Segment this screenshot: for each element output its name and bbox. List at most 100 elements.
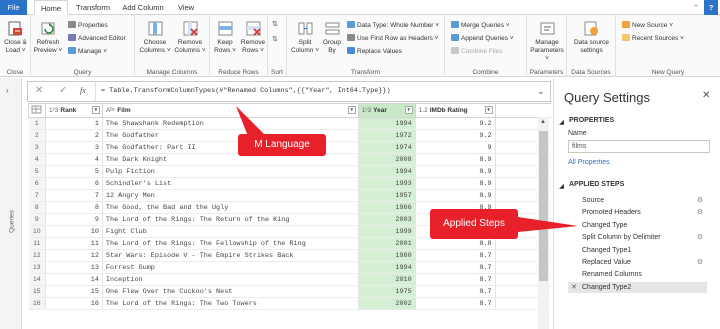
year-filter-icon[interactable]: ▾ — [404, 106, 413, 114]
table-row[interactable]: 5 5 Pulp Fiction 1994 8.9 — [28, 165, 551, 178]
row-number[interactable]: 1 — [28, 117, 46, 130]
row-number[interactable]: 7 — [28, 189, 46, 202]
rating-cell[interactable]: 8.7 — [415, 249, 496, 262]
use-first-row-headers-button[interactable]: Use First Row as Headers ˅ — [347, 34, 438, 43]
collapse-ribbon-icon[interactable]: ⌃ — [690, 0, 702, 15]
formula-input[interactable]: = Table.TransformColumnTypes(#"Renamed C… — [101, 87, 391, 95]
applied-step[interactable]: Source ⚙ — [568, 195, 707, 206]
rank-cell[interactable]: 13 — [45, 261, 103, 274]
row-number[interactable]: 3 — [28, 141, 46, 154]
applied-step[interactable]: Renamed Columns — [568, 269, 707, 280]
year-cell[interactable]: 1974 — [358, 141, 416, 154]
year-type-icon[interactable]: 1²3 — [362, 107, 371, 114]
applied-step[interactable]: Replaced Value ⚙ — [568, 257, 707, 268]
film-cell[interactable]: The Lord of the Rings: The Fellowship of… — [102, 237, 359, 250]
rank-filter-icon[interactable]: ▾ — [91, 106, 100, 114]
tab-transform[interactable]: Transform — [72, 0, 114, 15]
delete-step-icon[interactable]: ✕ — [571, 282, 577, 293]
year-cell[interactable]: 1994 — [358, 165, 416, 178]
row-number[interactable]: 4 — [28, 153, 46, 166]
rating-cell[interactable]: 8.9 — [415, 165, 496, 178]
rating-cell[interactable]: 8.7 — [415, 285, 496, 298]
queries-pane-collapsed[interactable]: › Queries — [0, 78, 22, 329]
row-number[interactable]: 15 — [28, 285, 46, 298]
data-type-dropdown[interactable]: Data Type: Whole Number ˅ — [347, 21, 439, 30]
year-cell[interactable]: 1999 — [358, 225, 416, 238]
rating-cell[interactable]: 8.7 — [415, 261, 496, 274]
film-cell[interactable]: Fight Club — [102, 225, 359, 238]
split-column-button[interactable]: Split Column ˅ — [290, 20, 320, 55]
rank-cell[interactable]: 5 — [45, 165, 103, 178]
group-by-button[interactable]: Group By — [321, 20, 343, 55]
rating-cell[interactable]: 8.9 — [415, 153, 496, 166]
film-type-icon[interactable]: Aᴮᶜ — [106, 107, 115, 114]
append-queries-button[interactable]: Append Queries ˅ — [451, 34, 514, 43]
rank-cell[interactable]: 10 — [45, 225, 103, 238]
applied-step[interactable]: Split Column by Delimiter ⚙ — [568, 232, 707, 243]
film-cell[interactable]: Inception — [102, 273, 359, 286]
rating-cell[interactable]: 8.9 — [415, 189, 496, 202]
year-cell[interactable]: 2002 — [358, 297, 416, 310]
row-number[interactable]: 9 — [28, 213, 46, 226]
film-filter-icon[interactable]: ▾ — [347, 106, 356, 114]
keep-rows-button[interactable]: Keep Rows ˅ — [212, 20, 238, 55]
rating-cell[interactable]: 9.2 — [415, 117, 496, 130]
manage-button[interactable]: Manage ˅ — [68, 47, 107, 56]
rank-type-icon[interactable]: 1²3 — [49, 107, 58, 114]
rank-cell[interactable]: 14 — [45, 273, 103, 286]
table-row[interactable]: 11 11 The Lord of the Rings: The Fellowshi… — [28, 237, 551, 250]
film-cell[interactable]: Schindler's List — [102, 177, 359, 190]
row-number[interactable]: 8 — [28, 201, 46, 214]
tab-add-column[interactable]: Add Column — [120, 0, 166, 15]
column-header-year[interactable]: 1²3 Year ▾ — [357, 103, 416, 118]
combine-files-button[interactable]: Combine Files — [451, 47, 503, 56]
year-cell[interactable]: 1966 — [358, 201, 416, 214]
year-cell[interactable]: 1994 — [358, 261, 416, 274]
cancel-icon[interactable]: ✕ — [35, 85, 43, 96]
row-number[interactable]: 5 — [28, 165, 46, 178]
year-cell[interactable]: 1957 — [358, 189, 416, 202]
choose-columns-button[interactable]: Choose Columns ˅ — [138, 20, 172, 55]
rating-cell[interactable]: 9.2 — [415, 129, 496, 142]
rank-cell[interactable]: 9 — [45, 213, 103, 226]
remove-rows-button[interactable]: Remove Rows ˅ — [239, 20, 267, 55]
step-settings-icon[interactable]: ⚙ — [697, 195, 703, 206]
row-number[interactable]: 2 — [28, 129, 46, 142]
rank-cell[interactable]: 3 — [45, 141, 103, 154]
rank-cell[interactable]: 2 — [45, 129, 103, 142]
row-number[interactable]: 14 — [28, 273, 46, 286]
rank-cell[interactable]: 11 — [45, 237, 103, 250]
recent-sources-button[interactable]: Recent Sources ˅ — [622, 34, 684, 43]
rank-cell[interactable]: 16 — [45, 297, 103, 310]
help-icon[interactable]: ? — [704, 0, 718, 15]
film-cell[interactable]: Pulp Fiction — [102, 165, 359, 178]
year-cell[interactable]: 1975 — [358, 285, 416, 298]
table-row[interactable]: 14 14 Inception 2010 8.7 — [28, 273, 551, 286]
film-cell[interactable]: The Lord of the Rings: The Return of the… — [102, 213, 359, 226]
year-cell[interactable]: 1993 — [358, 177, 416, 190]
year-cell[interactable]: 2008 — [358, 153, 416, 166]
row-number[interactable]: 13 — [28, 261, 46, 274]
row-number[interactable]: 11 — [28, 237, 46, 250]
tab-view[interactable]: View — [172, 0, 200, 15]
film-cell[interactable]: 12 Angry Men — [102, 189, 359, 202]
applied-step[interactable]: ✕ Changed Type2 — [568, 281, 707, 293]
year-cell[interactable]: 1980 — [358, 249, 416, 262]
row-number[interactable]: 6 — [28, 177, 46, 190]
year-cell[interactable]: 2001 — [358, 237, 416, 250]
manage-parameters-button[interactable]: Manage Parameters ˅ — [528, 20, 566, 63]
column-header-imdb-rating[interactable]: 1.2 IMDb Rating ▾ — [414, 103, 496, 118]
film-cell[interactable]: Star Wars: Episode V - The Empire Strike… — [102, 249, 359, 262]
collapse-properties-icon[interactable]: ◢ — [559, 118, 564, 126]
applied-step[interactable]: Changed Type1 — [568, 245, 707, 256]
table-row[interactable]: 6 6 Schindler's List 1993 8.9 — [28, 177, 551, 190]
year-cell[interactable]: 1994 — [358, 117, 416, 130]
rank-cell[interactable]: 1 — [45, 117, 103, 130]
expand-formula-icon[interactable]: ⌄ — [537, 86, 545, 97]
year-cell[interactable]: 1972 — [358, 129, 416, 142]
film-cell[interactable]: One Flew Over the Cuckoo's Nest — [102, 285, 359, 298]
remove-columns-button[interactable]: Remove Columns ˅ — [173, 20, 207, 55]
new-source-button[interactable]: New Source ˅ — [622, 21, 673, 30]
column-header-rank[interactable]: 1²3 Rank ▾ — [44, 103, 103, 118]
step-settings-icon[interactable]: ⚙ — [697, 232, 703, 243]
